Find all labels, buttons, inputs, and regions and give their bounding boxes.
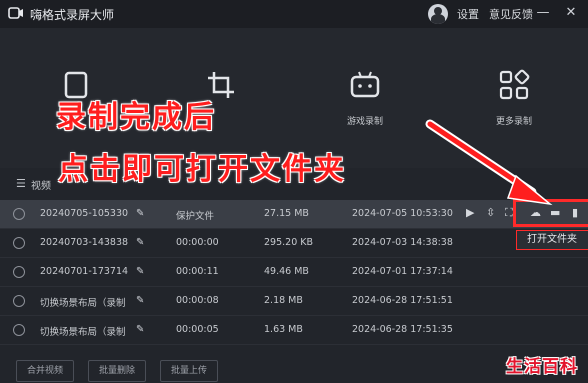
mode-tile-game[interactable]: 游戏录制: [320, 68, 410, 127]
gamepad-icon: [350, 71, 380, 98]
feedback-link[interactable]: 意见反馈: [489, 6, 533, 22]
row-name: 20240705-105330: [40, 208, 129, 219]
rename-icon[interactable]: ✎: [136, 208, 144, 219]
list-title: 视频: [31, 181, 51, 192]
row-date: 2024-07-01 17:37:14: [352, 266, 453, 277]
row-duration: 00:00:00: [176, 237, 219, 248]
app-logo-icon: [8, 7, 23, 19]
annotation-line-2: 点击即可打开文件夹: [58, 152, 346, 187]
row-size: 1.63 MB: [264, 324, 303, 335]
table-row[interactable]: 20240701-173714 ✎ 00:00:11 49.46 MB 2024…: [0, 258, 588, 287]
rename-icon[interactable]: ✎: [136, 266, 144, 277]
settings-link[interactable]: 设置: [457, 6, 479, 22]
annotation-line-1: 录制完成后: [56, 100, 216, 135]
row-select-radio[interactable]: [13, 324, 25, 336]
row-size: 27.15 MB: [264, 208, 309, 219]
recording-list: 20240705-105330 ✎ 保护文件 27.15 MB 2024-07-…: [0, 200, 588, 345]
batch-delete-button[interactable]: 批量删除: [88, 360, 147, 382]
row-date: 2024-07-03 14:38:38: [352, 237, 453, 248]
row-select-radio[interactable]: [13, 237, 25, 249]
row-name: 20240703-143838: [40, 237, 129, 248]
minimize-icon[interactable]: —: [534, 4, 552, 22]
table-row[interactable]: 切换场景布局（录制 ✎ 00:00:08 2.18 MB 2024-06-28 …: [0, 287, 588, 316]
row-date: 2024-06-28 17:51:35: [352, 324, 453, 335]
menu-icon[interactable]: ☰: [16, 177, 26, 190]
row-select-radio[interactable]: [13, 295, 25, 307]
row-name: 切换场景布局（录制: [40, 327, 126, 338]
row-date: 2024-07-05 10:53:30: [352, 208, 453, 219]
mode-label-game: 游戏录制: [346, 117, 383, 127]
rename-icon[interactable]: ✎: [136, 324, 144, 335]
table-row[interactable]: 20240703-143838 ✎ 00:00:00 295.20 KB 202…: [0, 229, 588, 258]
title-bar: 嗨格式录屏大师 设置 意见反馈 — ✕: [0, 0, 588, 28]
row-name: 切换场景布局（录制: [40, 298, 126, 309]
row-select-radio[interactable]: [13, 266, 25, 278]
row-size: 295.20 KB: [264, 237, 314, 248]
row-duration: 00:00:08: [176, 295, 219, 306]
rename-icon[interactable]: ✎: [136, 237, 144, 248]
crop-icon[interactable]: ⛶: [505, 206, 513, 220]
close-icon[interactable]: ✕: [562, 4, 580, 22]
batch-upload-button[interactable]: 批量上传: [160, 360, 219, 382]
grid-icon: [499, 69, 530, 100]
row-duration: 00:00:11: [176, 266, 219, 277]
row-name: 20240701-173714: [40, 266, 129, 277]
table-row[interactable]: 切换场景布局（录制 ✎ 00:00:05 1.63 MB 2024-06-28 …: [0, 316, 588, 345]
open-folder-tooltip: 打开文件夹: [516, 230, 588, 250]
watermark-logo: 生活百科: [506, 357, 578, 377]
row-duration: 保护文件: [176, 211, 215, 222]
row-date: 2024-06-28 17:51:51: [352, 295, 453, 306]
row-size: 49.46 MB: [264, 266, 309, 277]
row-duration: 00:00:05: [176, 324, 219, 335]
rename-icon[interactable]: ✎: [136, 295, 144, 306]
annotation-arrow-icon: [425, 119, 553, 206]
row-size: 2.18 MB: [264, 295, 303, 306]
bottom-bar: 合并视频 批量删除 批量上传: [0, 352, 588, 383]
avatar[interactable]: [428, 4, 448, 24]
app-title: 嗨格式录屏大师: [30, 8, 115, 22]
row-select-radio[interactable]: [13, 208, 25, 220]
merge-button[interactable]: 合并视频: [16, 360, 75, 382]
